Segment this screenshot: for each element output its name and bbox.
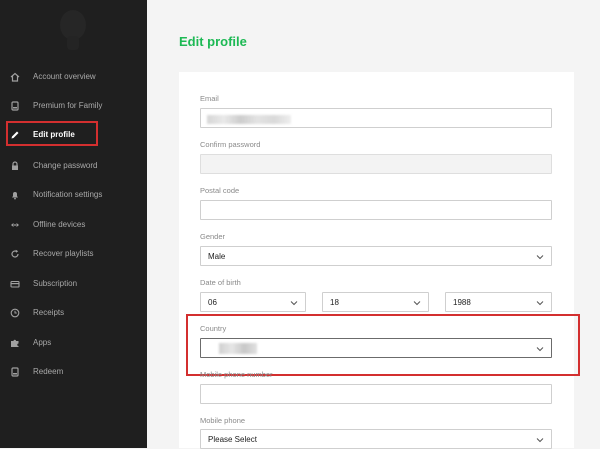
sidebar-item-label: Apps (33, 338, 52, 347)
mobile-phone-value: Please Select (208, 435, 257, 444)
gender-label: Gender (200, 232, 226, 241)
refresh-icon (9, 248, 20, 259)
card-icon (9, 278, 20, 289)
sidebar-item-label: Redeem (33, 367, 64, 376)
sidebar-item-label: Notification settings (33, 190, 103, 199)
blurred-email-value (207, 115, 291, 124)
sidebar-item-label: Offline devices (33, 220, 86, 229)
bell-icon (9, 189, 20, 200)
chevron-down-icon (413, 300, 421, 306)
sidebar-item-label: Premium for Family (33, 101, 103, 110)
email-field[interactable] (200, 108, 552, 128)
sidebar-item-notification-settings[interactable]: Notification settings (0, 180, 147, 209)
dob-year-select[interactable]: 1988 (445, 292, 552, 312)
clock-icon (9, 307, 20, 318)
chevron-down-icon (536, 437, 544, 443)
mobile-phone-label: Mobile phone (200, 416, 246, 425)
puzzle-icon (9, 337, 20, 348)
lock-icon (9, 160, 20, 171)
country-highlight (186, 314, 580, 376)
dob-year-value: 1988 (453, 298, 471, 307)
gender-select[interactable]: Male (200, 246, 552, 266)
chevron-down-icon (536, 300, 544, 306)
mobile-phone-select[interactable]: Please Select (200, 429, 552, 449)
sidebar-item-change-password[interactable]: Change password (0, 151, 147, 180)
postal-code-label: Postal code (200, 186, 240, 195)
date-of-birth-label: Date of birth (200, 278, 241, 287)
sidebar-item-subscription[interactable]: Subscription (0, 269, 147, 298)
chevron-down-icon (536, 254, 544, 260)
sidebar-item-recover-playlists[interactable]: Recover playlists (0, 239, 147, 268)
sidebar-item-label: Subscription (33, 279, 78, 288)
dob-month-value: 18 (330, 298, 339, 307)
arrows-icon (9, 219, 20, 230)
edit-profile-highlight (6, 121, 98, 146)
confirm-password-label: Confirm password (200, 140, 261, 149)
dob-month-select[interactable]: 18 (322, 292, 429, 312)
dob-day-value: 06 (208, 298, 217, 307)
sidebar-item-redeem[interactable]: Redeem (0, 357, 147, 386)
sidebar-item-offline-devices[interactable]: Offline devices (0, 210, 147, 239)
sidebar-item-receipts[interactable]: Receipts (0, 298, 147, 327)
mobile-phone-number-field[interactable] (200, 384, 552, 404)
sidebar-item-apps[interactable]: Apps (0, 328, 147, 357)
sidebar: Account overview Premium for Family Edit… (0, 0, 147, 448)
email-label: Email (200, 94, 219, 103)
avatar-neck (67, 36, 79, 50)
avatar (58, 10, 88, 50)
device-icon (9, 366, 20, 377)
sidebar-item-label: Receipts (33, 308, 65, 317)
sidebar-item-label: Change password (33, 161, 98, 170)
dob-day-select[interactable]: 06 (200, 292, 306, 312)
device-icon (9, 100, 20, 111)
postal-code-field[interactable] (200, 200, 552, 220)
home-icon (9, 71, 20, 82)
confirm-password-field[interactable] (200, 154, 552, 174)
mobile-phone-number-label: Mobile phone number (200, 370, 273, 379)
sidebar-item-label: Recover playlists (33, 249, 94, 258)
page-title: Edit profile (179, 34, 247, 49)
sidebar-item-premium-for-family[interactable]: Premium for Family (0, 91, 147, 120)
gender-value: Male (208, 252, 226, 261)
chevron-down-icon (290, 300, 298, 306)
sidebar-item-label: Account overview (33, 72, 96, 81)
sidebar-item-account-overview[interactable]: Account overview (0, 62, 147, 91)
